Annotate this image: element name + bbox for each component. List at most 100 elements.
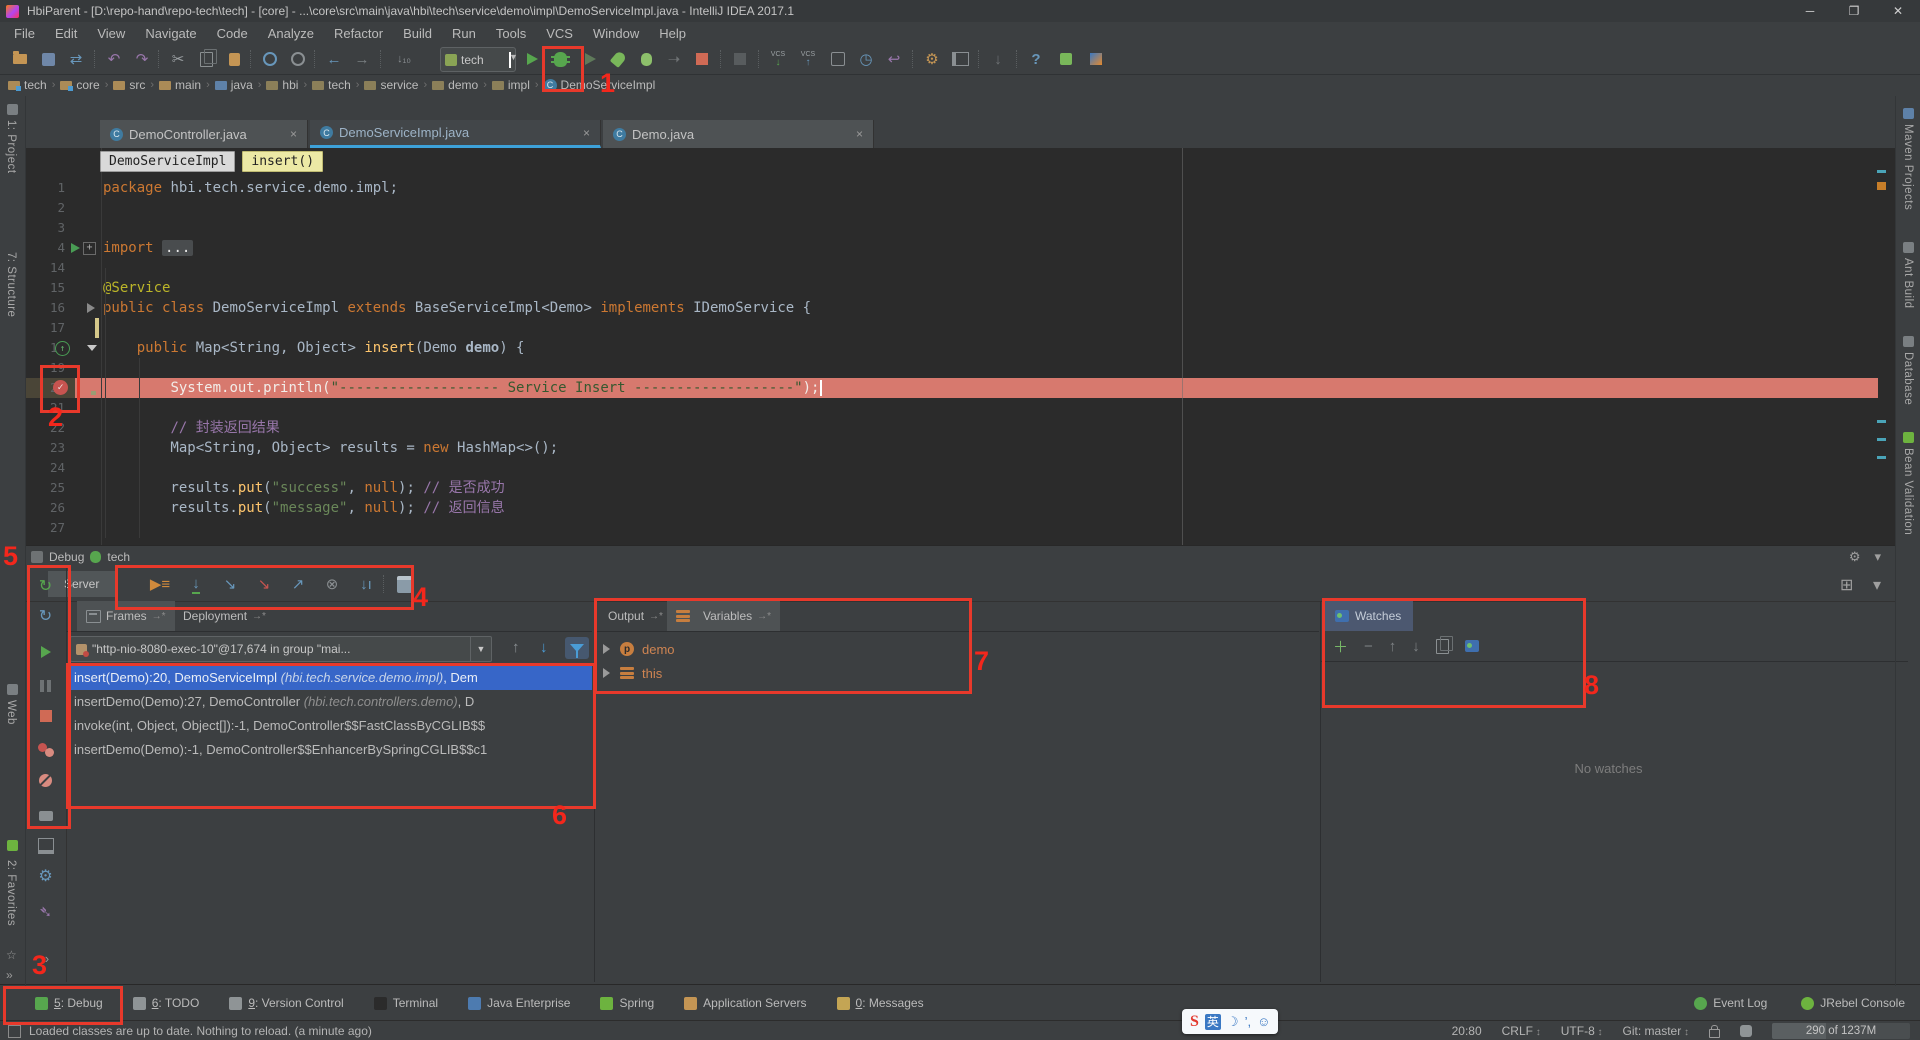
- stripe-button-ant[interactable]: Ant Build: [1902, 258, 1914, 309]
- debug-session-tab[interactable]: tech: [107, 550, 130, 564]
- save-icon[interactable]: [36, 47, 60, 71]
- stripe-button-database[interactable]: Database: [1902, 352, 1914, 405]
- breadcrumb-item[interactable]: service: [364, 78, 418, 92]
- tool-window-button-todo[interactable]: 6: TODO: [133, 996, 200, 1010]
- fold-expand-icon[interactable]: +: [83, 242, 96, 255]
- paste-icon[interactable]: [222, 47, 246, 71]
- menu-build[interactable]: Build: [393, 24, 442, 43]
- thread-selector[interactable]: "http-nio-8080-exec-10"@17,674 in group …: [70, 636, 492, 662]
- code-line[interactable]: 16public class DemoServiceImpl extends B…: [25, 298, 1895, 318]
- close-icon[interactable]: ×: [856, 127, 863, 141]
- line-ending-select[interactable]: CRLF ↕: [1502, 1024, 1541, 1038]
- line-number[interactable]: 17: [25, 318, 65, 338]
- memory-indicator[interactable]: 290 of 1237M: [1772, 1023, 1910, 1039]
- scrollbar-mark[interactable]: [1877, 170, 1886, 173]
- tool-window-button-spring[interactable]: Spring: [600, 996, 654, 1010]
- code-line[interactable]: 19: [25, 358, 1895, 378]
- encoding-select[interactable]: UTF-8 ↕: [1561, 1024, 1603, 1038]
- hide-panel-icon[interactable]: ▾: [1874, 549, 1881, 565]
- context-method-chip[interactable]: insert(): [242, 151, 323, 172]
- code-line[interactable]: 25 results.put("success", null); // 是否成功: [25, 478, 1895, 498]
- rollback-icon[interactable]: ↩: [882, 47, 906, 71]
- plugin-icon[interactable]: [1054, 47, 1078, 71]
- line-number[interactable]: 23: [25, 438, 65, 458]
- minimize-button[interactable]: ─: [1788, 0, 1832, 22]
- sync-icon[interactable]: ⇄: [64, 47, 88, 71]
- jrebel-debug-icon[interactable]: [634, 47, 658, 71]
- breadcrumb-item[interactable]: demo: [432, 78, 478, 92]
- code-line[interactable]: 23 Map<String, Object> results = new Has…: [25, 438, 1895, 458]
- settings-icon[interactable]: ⚙: [920, 47, 944, 71]
- tool-window-button-terminal[interactable]: Terminal: [374, 996, 438, 1010]
- menu-edit[interactable]: Edit: [45, 24, 87, 43]
- scrollbar-mark[interactable]: [1877, 420, 1886, 423]
- redo-icon[interactable]: ↷: [130, 47, 154, 71]
- code-line[interactable]: 14: [25, 258, 1895, 278]
- next-frame-icon[interactable]: ↓: [540, 639, 548, 656]
- line-number[interactable]: 4: [25, 238, 65, 258]
- project-structure-icon[interactable]: [948, 47, 972, 71]
- menu-vcs[interactable]: VCS: [536, 24, 583, 43]
- stop-button[interactable]: [690, 47, 714, 71]
- code-line[interactable]: 27: [25, 518, 1895, 538]
- ime-emoji-icon[interactable]: ☺: [1257, 1014, 1270, 1029]
- code-line[interactable]: 20✓ System.out.println("----------------…: [25, 378, 1895, 398]
- debug-settings-gear-icon[interactable]: ⚙: [1849, 549, 1861, 565]
- breadcrumb-item[interactable]: java: [215, 78, 253, 92]
- menu-run[interactable]: Run: [442, 24, 486, 43]
- upload-icon[interactable]: [826, 47, 850, 71]
- layout-settings-icon[interactable]: [25, 833, 66, 859]
- close-icon[interactable]: ×: [290, 127, 297, 141]
- maximize-button[interactable]: ❐: [1832, 0, 1876, 22]
- code-line[interactable]: 4+import ...: [25, 238, 1895, 258]
- pin-icon[interactable]: ➴: [25, 899, 66, 925]
- code-line[interactable]: 1package hbi.tech.service.demo.impl;: [25, 178, 1895, 198]
- code-line[interactable]: 22 // 封装返回结果: [25, 418, 1895, 438]
- debugger-settings-icon[interactable]: ⚙: [25, 863, 66, 889]
- ime-toolbar[interactable]: S 英 ☽ ’, ☺: [1182, 1009, 1278, 1034]
- hector-inspections-icon[interactable]: [1740, 1025, 1752, 1037]
- run-configuration-select[interactable]: tech ▼: [440, 47, 516, 72]
- attach-icon[interactable]: ➝: [662, 47, 686, 71]
- ime-moon-icon[interactable]: ☽: [1227, 1014, 1239, 1030]
- back-icon[interactable]: ←: [322, 47, 346, 71]
- tool-window-button-javaenterprise[interactable]: Java Enterprise: [468, 996, 570, 1010]
- menu-help[interactable]: Help: [649, 24, 696, 43]
- breadcrumb-item[interactable]: src: [113, 78, 145, 92]
- history-icon[interactable]: ◷: [854, 47, 878, 71]
- menu-window[interactable]: Window: [583, 24, 649, 43]
- forward-icon[interactable]: →: [350, 47, 374, 71]
- fold-arrow-icon[interactable]: [87, 345, 97, 351]
- button-jrebel-console[interactable]: JRebel Console: [1801, 996, 1905, 1010]
- vcs-commit-icon[interactable]: VCS↑: [796, 47, 820, 71]
- stripe-button-maven[interactable]: Maven Projects: [1902, 124, 1914, 210]
- line-number[interactable]: 3: [25, 218, 65, 238]
- code-editor[interactable]: DemoServiceImpl insert() 1package hbi.te…: [25, 148, 1895, 545]
- ime-punct-icon[interactable]: ’,: [1245, 1014, 1252, 1029]
- scrollbar-mark-bookmark[interactable]: [1877, 182, 1886, 190]
- line-number[interactable]: 24: [25, 458, 65, 478]
- menu-navigate[interactable]: Navigate: [135, 24, 206, 43]
- breadcrumb-item[interactable]: tech: [8, 78, 47, 92]
- close-button[interactable]: ✕: [1876, 0, 1920, 22]
- tool-window-button-messages[interactable]: 0: Messages: [837, 996, 924, 1010]
- stripe-button-favorites[interactable]: 2: Favorites: [5, 860, 17, 926]
- breadcrumb-item[interactable]: main: [159, 78, 201, 92]
- help-icon[interactable]: ▾: [1873, 575, 1881, 595]
- code-line[interactable]: 24: [25, 458, 1895, 478]
- scrollbar-mark[interactable]: [1877, 456, 1886, 459]
- open-icon[interactable]: [8, 47, 32, 71]
- stripe-button-web[interactable]: Web: [5, 700, 17, 725]
- editor-tab[interactable]: CDemoServiceImpl.java×: [310, 120, 601, 148]
- help-icon[interactable]: ?: [1024, 47, 1048, 71]
- editor-tab[interactable]: CDemo.java×: [603, 120, 874, 148]
- cut-icon[interactable]: ✂: [166, 47, 190, 71]
- editor-tab[interactable]: CDemoController.java×: [100, 120, 308, 148]
- stripe-button-structure[interactable]: 7: Structure: [5, 252, 17, 317]
- lock-icon[interactable]: [1709, 1029, 1720, 1038]
- code-line[interactable]: 2: [25, 198, 1895, 218]
- caret-position[interactable]: 20:80: [1452, 1024, 1482, 1038]
- line-number[interactable]: 25: [25, 478, 65, 498]
- menu-refactor[interactable]: Refactor: [324, 24, 393, 43]
- breadcrumb-item[interactable]: core: [60, 78, 99, 92]
